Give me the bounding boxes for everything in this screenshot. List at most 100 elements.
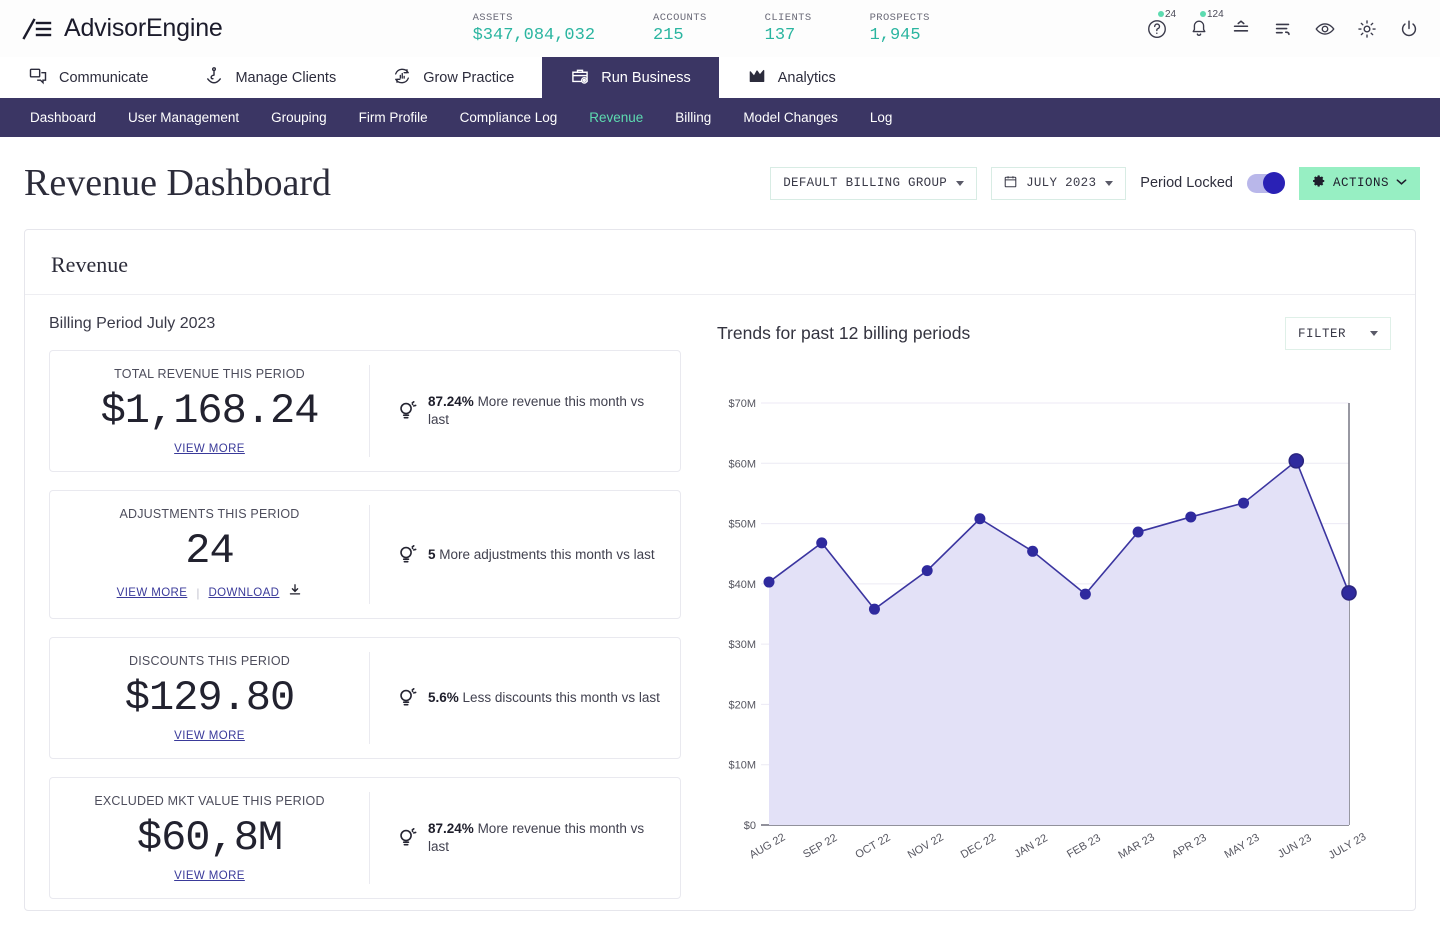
advisorengine-logo-icon	[22, 16, 52, 42]
chart-data-point	[922, 565, 933, 576]
nav-tab-analytics-label: Analytics	[778, 70, 836, 86]
gear-icon[interactable]	[1356, 18, 1378, 40]
x-tick-label: NOV 22	[906, 831, 946, 860]
subnav-item-firm-profile[interactable]: Firm Profile	[343, 98, 444, 137]
kpi-accounts-value: 215	[653, 26, 707, 45]
chart-data-point	[1342, 586, 1356, 600]
x-tick-label: MAR 23	[1116, 831, 1156, 860]
metric-note: 87.24% More revenue this month vs last	[428, 820, 660, 855]
help-badge-dot	[1158, 11, 1164, 17]
chart-data-point	[974, 513, 985, 524]
chart-data-point	[1289, 454, 1303, 468]
metric-note-text: More adjustments this month vs last	[439, 547, 654, 562]
help-badge-count: 24	[1165, 9, 1176, 20]
billing-group-select-value: DEFAULT BILLING GROUP	[783, 176, 947, 190]
notification-badge-dot	[1200, 11, 1206, 17]
tasks-list-icon[interactable]	[1272, 18, 1294, 40]
x-tick-label: DEC 22	[959, 832, 998, 860]
metric-right: 5.6% Less discounts this month vs last	[370, 687, 680, 709]
page-header: Revenue Dashboard DEFAULT BILLING GROUP …	[0, 137, 1440, 229]
subnav-item-grouping[interactable]: Grouping	[255, 98, 343, 137]
metric-card-discounts: DISCOUNTS THIS PERIOD $129.80 VIEW MORE …	[49, 637, 681, 759]
y-tick-label: $70M	[728, 398, 756, 410]
chat-bubbles-icon	[28, 66, 48, 90]
subnav-item-compliance-log[interactable]: Compliance Log	[444, 98, 574, 137]
view-more-link[interactable]: VIEW MORE	[174, 730, 245, 742]
revenue-panel: Revenue Billing Period July 2023 TOTAL R…	[24, 229, 1416, 911]
metric-links: VIEW MORE	[60, 730, 359, 742]
metric-label: DISCOUNTS THIS PERIOD	[60, 654, 359, 668]
metric-card-adjustments: ADJUSTMENTS THIS PERIOD 24 VIEW MORE | D…	[49, 490, 681, 619]
period-select-value: JULY 2023	[1026, 176, 1096, 190]
chart-header: Trends for past 12 billing periods FILTE…	[717, 317, 1391, 350]
metric-left: DISCOUNTS THIS PERIOD $129.80 VIEW MORE	[50, 652, 370, 744]
subnav-item-model-changes[interactable]: Model Changes	[727, 98, 854, 137]
brand-name: AdvisorEngine	[64, 14, 223, 43]
nav-tab-grow-practice[interactable]: Grow Practice	[364, 57, 542, 98]
x-tick-label: JAN 22	[1013, 832, 1050, 860]
help-badge: 24	[1158, 9, 1176, 20]
metric-card-total-revenue: TOTAL REVENUE THIS PERIOD $1,168.24 VIEW…	[49, 350, 681, 472]
metric-value: $129.80	[60, 674, 359, 722]
trend-chart: $0$10M$20M$30M$40M$50M$60M$70MAUG 22SEP …	[717, 390, 1391, 860]
filter-lines-icon[interactable]	[1230, 18, 1252, 40]
view-more-link[interactable]: VIEW MORE	[174, 443, 245, 455]
period-select[interactable]: JULY 2023	[991, 167, 1126, 200]
chevron-down-icon	[1396, 176, 1407, 190]
nav-tab-manage-clients[interactable]: Manage Clients	[176, 57, 364, 98]
metric-card-excluded-mkt-value: EXCLUDED MKT VALUE THIS PERIOD $60,8M VI…	[49, 777, 681, 899]
download-link[interactable]: DOWNLOAD	[208, 587, 279, 599]
metric-label: TOTAL REVENUE THIS PERIOD	[60, 367, 359, 381]
actions-button[interactable]: ACTIONS	[1299, 167, 1420, 200]
nav-tab-analytics[interactable]: Analytics	[719, 57, 864, 98]
view-more-link[interactable]: VIEW MORE	[117, 587, 188, 599]
trend-chart-svg: $0$10M$20M$30M$40M$50M$60M$70MAUG 22SEP …	[717, 390, 1367, 860]
y-tick-label: $20M	[728, 699, 756, 711]
metric-left: TOTAL REVENUE THIS PERIOD $1,168.24 VIEW…	[50, 365, 370, 457]
subnav-item-billing[interactable]: Billing	[659, 98, 727, 137]
period-locked-label: Period Locked	[1140, 175, 1233, 191]
chart-filter-label: FILTER	[1298, 327, 1346, 341]
nav-tab-run-business[interactable]: Run Business	[542, 57, 718, 98]
subnav-item-user-management[interactable]: User Management	[112, 98, 255, 137]
metric-right: 5 More adjustments this month vs last	[370, 544, 680, 566]
nav-tab-communicate[interactable]: Communicate	[0, 57, 176, 98]
billing-group-select[interactable]: DEFAULT BILLING GROUP	[770, 167, 977, 200]
chart-area-fill	[769, 461, 1349, 825]
download-icon[interactable]	[288, 583, 302, 602]
x-tick-label: OCT 22	[853, 832, 892, 860]
metric-note: 87.24% More revenue this month vs last	[428, 393, 660, 428]
eye-icon[interactable]	[1314, 18, 1336, 40]
notification-bell-icon[interactable]: 124	[1188, 18, 1210, 40]
chart-filter-select[interactable]: FILTER	[1285, 317, 1391, 350]
metric-left: EXCLUDED MKT VALUE THIS PERIOD $60,8M VI…	[50, 792, 370, 884]
metric-note-value: 87.24%	[428, 821, 474, 836]
period-locked-toggle[interactable]	[1247, 174, 1285, 193]
help-icon[interactable]: 24	[1146, 18, 1168, 40]
chart-column: Trends for past 12 billing periods FILTE…	[705, 295, 1415, 917]
chart-data-point	[816, 537, 827, 548]
chart-data-point	[869, 604, 880, 615]
metric-value: $60,8M	[60, 814, 359, 862]
power-icon[interactable]	[1398, 18, 1420, 40]
x-tick-label: MAY 23	[1223, 832, 1262, 860]
brand-logo[interactable]: AdvisorEngine	[22, 14, 223, 43]
y-tick-label: $10M	[728, 760, 756, 772]
lightbulb-idea-icon	[398, 687, 417, 709]
kpi-prospects-label: PROSPECTS	[870, 12, 930, 24]
kpi-accounts: ACCOUNTS 215	[653, 12, 765, 45]
main-navigation: Communicate Manage Clients Grow Practice…	[0, 57, 1440, 98]
chevron-down-icon	[956, 181, 964, 186]
subnav-item-dashboard[interactable]: Dashboard	[14, 98, 112, 137]
kpi-summary: ASSETS $347,084,032 ACCOUNTS 215 CLIENTS…	[473, 12, 988, 45]
y-tick-label: $50M	[728, 519, 756, 531]
link-divider: |	[196, 586, 199, 600]
view-more-link[interactable]: VIEW MORE	[174, 870, 245, 882]
kpi-prospects: PROSPECTS 1,945	[870, 12, 988, 45]
lightbulb-idea-icon	[398, 827, 417, 849]
y-tick-label: $30M	[728, 639, 756, 651]
subnav-item-revenue[interactable]: Revenue	[573, 98, 659, 137]
notification-badge-count: 124	[1207, 9, 1224, 20]
metric-left: ADJUSTMENTS THIS PERIOD 24 VIEW MORE | D…	[50, 505, 370, 604]
subnav-item-log[interactable]: Log	[854, 98, 909, 137]
